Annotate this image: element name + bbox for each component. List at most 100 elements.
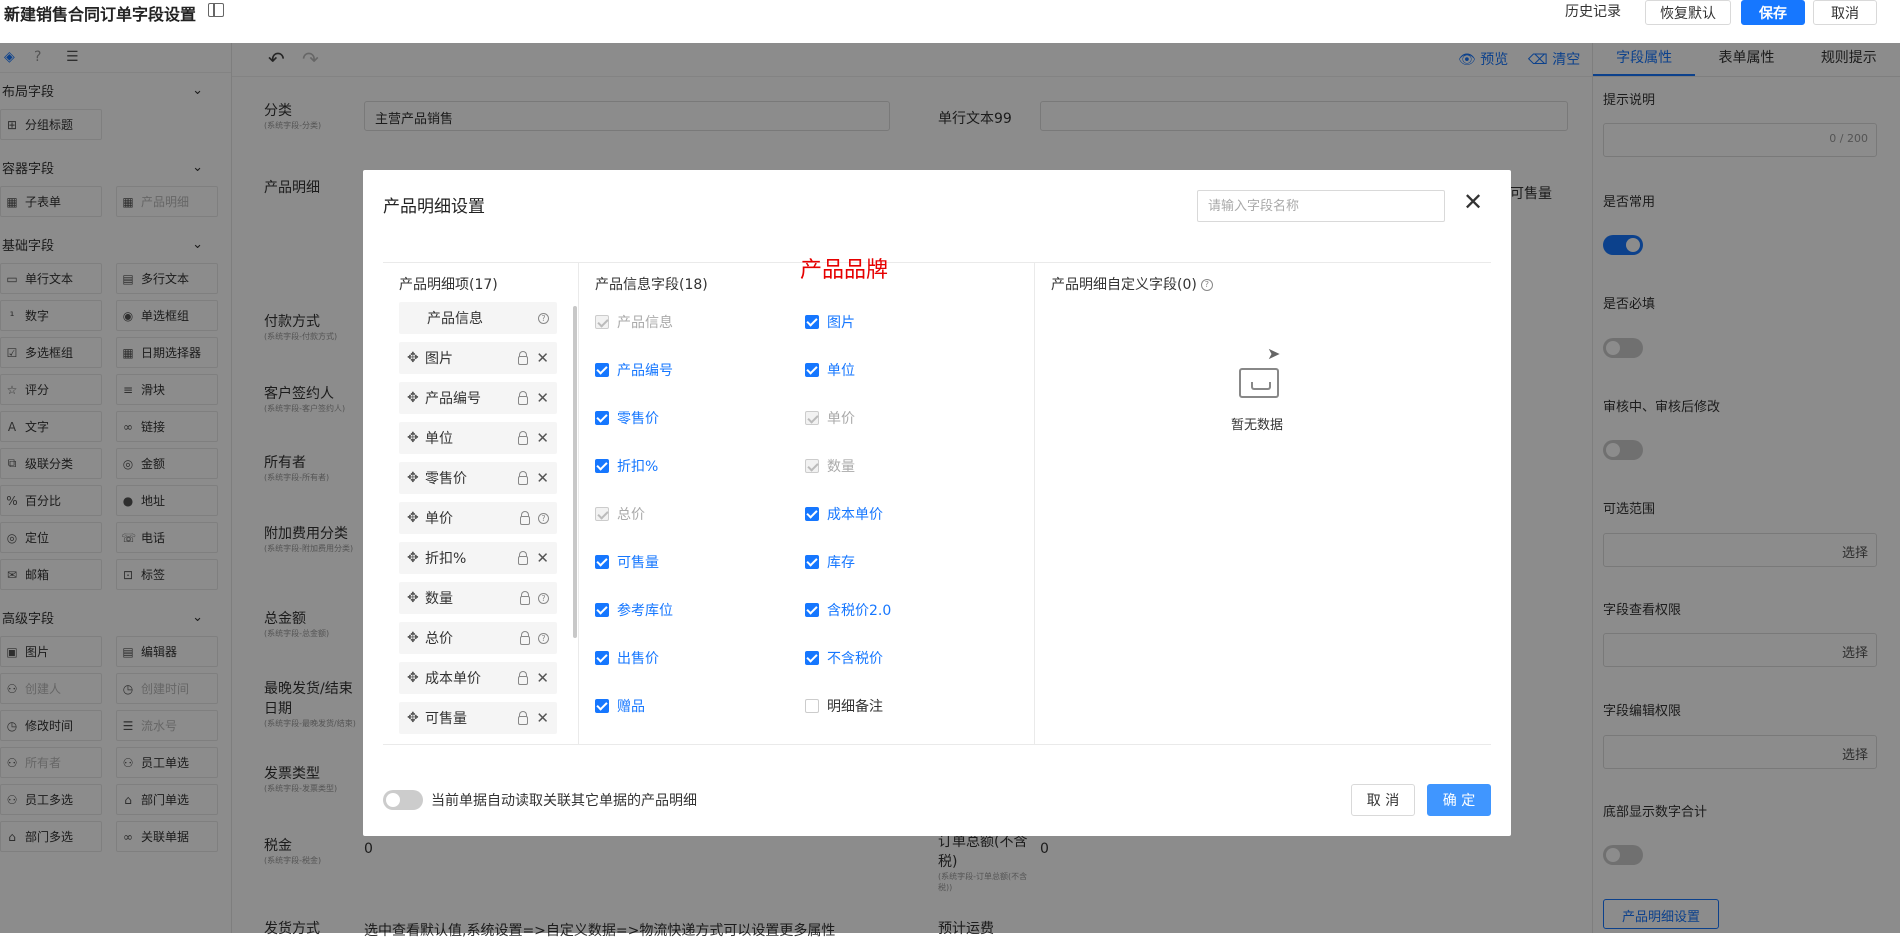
checkbox-icon bbox=[595, 555, 609, 569]
lock-icon[interactable] bbox=[518, 390, 529, 405]
drag-handle-icon[interactable]: ✥ bbox=[407, 510, 425, 526]
checkbox-label: 产品编号 bbox=[617, 363, 673, 379]
column-title: 产品明细项 bbox=[399, 277, 469, 293]
field-checkbox[interactable]: 零售价 bbox=[595, 404, 805, 432]
auto-read-label: 当前单据自动读取关联其它单据的产品明细 bbox=[431, 793, 697, 809]
product-detail-settings-modal: 产品明细设置 ✕ 产品品牌 产品明细项(17) 产品信息?✥图片✕✥产品编号✕✥… bbox=[363, 170, 1511, 836]
detail-item[interactable]: ✥ 单位 ✕ bbox=[399, 422, 557, 454]
page-title: 新建销售合同订单字段设置 bbox=[4, 5, 197, 24]
field-checkbox[interactable]: 不含税价 bbox=[805, 644, 1015, 672]
drag-handle-icon[interactable]: ✥ bbox=[407, 470, 425, 486]
lock-icon[interactable] bbox=[518, 430, 529, 445]
restore-default-button[interactable]: 恢复默认 bbox=[1645, 0, 1731, 25]
modal-ok-button[interactable]: 确 定 bbox=[1427, 784, 1491, 816]
detail-item[interactable]: ✥ 总价? bbox=[399, 622, 557, 654]
detail-item[interactable]: ✥ 单价? bbox=[399, 502, 557, 534]
detail-item[interactable]: ✥ 产品编号 ✕ bbox=[399, 382, 557, 414]
checkbox-label: 含税价2.0 bbox=[827, 603, 892, 619]
scrollbar[interactable] bbox=[573, 306, 577, 638]
detail-item[interactable]: ✥ 成本单价 ✕ bbox=[399, 662, 557, 694]
field-checkbox[interactable]: 折扣% bbox=[595, 452, 805, 480]
drag-handle-icon[interactable]: ✥ bbox=[407, 590, 425, 606]
detail-item[interactable]: ✥ 图片 ✕ bbox=[399, 342, 557, 374]
checkbox-icon bbox=[595, 603, 609, 617]
checkbox-icon bbox=[595, 699, 609, 713]
lock-icon[interactable] bbox=[518, 710, 529, 725]
lock-icon[interactable] bbox=[518, 670, 529, 685]
cancel-button[interactable]: 取消 bbox=[1813, 0, 1877, 25]
checkbox-label: 库存 bbox=[827, 555, 855, 571]
field-checkbox[interactable]: 参考库位 bbox=[595, 596, 805, 624]
detail-item-label: 图片 bbox=[425, 351, 453, 367]
modal-cancel-button[interactable]: 取 消 bbox=[1351, 784, 1415, 816]
field-checkbox[interactable]: 单位 bbox=[805, 356, 1015, 384]
field-checkbox[interactable]: 明细备注 bbox=[805, 692, 1015, 720]
drag-handle-icon[interactable]: ✥ bbox=[407, 430, 425, 446]
save-button[interactable]: 保存 bbox=[1741, 0, 1805, 25]
remove-icon[interactable]: ✕ bbox=[536, 469, 549, 487]
lock-icon[interactable] bbox=[518, 550, 529, 565]
drag-handle-icon[interactable]: ✥ bbox=[407, 350, 425, 366]
remove-icon[interactable]: ✕ bbox=[536, 349, 549, 367]
detail-item[interactable]: ✥ 零售价 ✕ bbox=[399, 462, 557, 494]
lock-icon[interactable] bbox=[518, 350, 529, 365]
checkbox-label: 零售价 bbox=[617, 411, 659, 427]
checkbox-icon bbox=[805, 459, 819, 473]
lock-icon[interactable] bbox=[520, 630, 530, 645]
lock-icon[interactable] bbox=[520, 590, 530, 605]
help-icon[interactable]: ? bbox=[1200, 279, 1213, 291]
field-checkbox: 总价 bbox=[595, 500, 805, 528]
remove-icon[interactable]: ✕ bbox=[536, 429, 549, 447]
checkbox-icon bbox=[595, 315, 609, 329]
remove-icon[interactable]: ✕ bbox=[536, 669, 549, 687]
field-checkbox[interactable]: 库存 bbox=[805, 548, 1015, 576]
drag-handle-icon[interactable]: ✥ bbox=[407, 670, 425, 686]
layout-toggle-icon[interactable] bbox=[208, 3, 224, 17]
drag-handle-icon[interactable]: ✥ bbox=[407, 550, 425, 566]
close-icon[interactable]: ✕ bbox=[1463, 190, 1483, 214]
drag-handle-icon[interactable]: ✥ bbox=[407, 710, 425, 726]
help-icon[interactable]: ? bbox=[538, 592, 549, 604]
help-icon[interactable]: ? bbox=[538, 312, 549, 324]
checkbox-label: 赠品 bbox=[617, 699, 645, 715]
field-checkbox[interactable]: 可售量 bbox=[595, 548, 805, 576]
remove-icon[interactable]: ✕ bbox=[536, 389, 549, 407]
help-icon[interactable]: ? bbox=[538, 512, 549, 524]
drag-handle-icon[interactable]: ✥ bbox=[407, 390, 425, 406]
field-checkbox[interactable]: 图片 bbox=[805, 308, 1015, 336]
checkbox-label: 可售量 bbox=[617, 555, 659, 571]
checkbox-icon bbox=[805, 363, 819, 377]
lock-icon[interactable] bbox=[518, 470, 529, 485]
paper-plane-icon: ➤ bbox=[1267, 344, 1281, 363]
field-checkbox[interactable]: 赠品 bbox=[595, 692, 805, 720]
checkbox-icon bbox=[805, 555, 819, 569]
lock-icon[interactable] bbox=[520, 510, 530, 525]
detail-item-label: 产品编号 bbox=[425, 391, 481, 407]
checkbox-label: 参考库位 bbox=[617, 603, 673, 619]
drag-handle-icon[interactable]: ✥ bbox=[407, 630, 425, 646]
history-link[interactable]: 历史记录 bbox=[1565, 1, 1621, 21]
column-title: 产品明细自定义字段 bbox=[1051, 277, 1177, 293]
remove-icon[interactable]: ✕ bbox=[536, 709, 549, 727]
checkbox-icon bbox=[805, 315, 819, 329]
field-search-input[interactable] bbox=[1197, 190, 1445, 222]
detail-item[interactable]: ✥ 数量? bbox=[399, 582, 557, 614]
detail-item[interactable]: ✥ 折扣% ✕ bbox=[399, 542, 557, 574]
detail-item-label: 零售价 bbox=[425, 471, 467, 487]
remove-icon[interactable]: ✕ bbox=[536, 549, 549, 567]
field-checkbox[interactable]: 含税价2.0 bbox=[805, 596, 1015, 624]
auto-read-toggle[interactable] bbox=[383, 790, 423, 810]
detail-item[interactable]: ✥ 可售量 ✕ bbox=[399, 702, 557, 734]
checkbox-icon bbox=[805, 411, 819, 425]
checkbox-label: 图片 bbox=[827, 315, 855, 331]
help-icon[interactable]: ? bbox=[538, 632, 549, 644]
detail-item-label: 数量 bbox=[425, 591, 453, 607]
checkbox-icon bbox=[805, 603, 819, 617]
field-checkbox: 单价 bbox=[805, 404, 1015, 432]
column-title: 产品信息字段 bbox=[595, 277, 679, 293]
field-checkbox[interactable]: 成本单价 bbox=[805, 500, 1015, 528]
field-checkbox: 数量 bbox=[805, 452, 1015, 480]
field-checkbox[interactable]: 出售价 bbox=[595, 644, 805, 672]
field-checkbox[interactable]: 产品编号 bbox=[595, 356, 805, 384]
detail-item[interactable]: 产品信息? bbox=[399, 302, 557, 334]
